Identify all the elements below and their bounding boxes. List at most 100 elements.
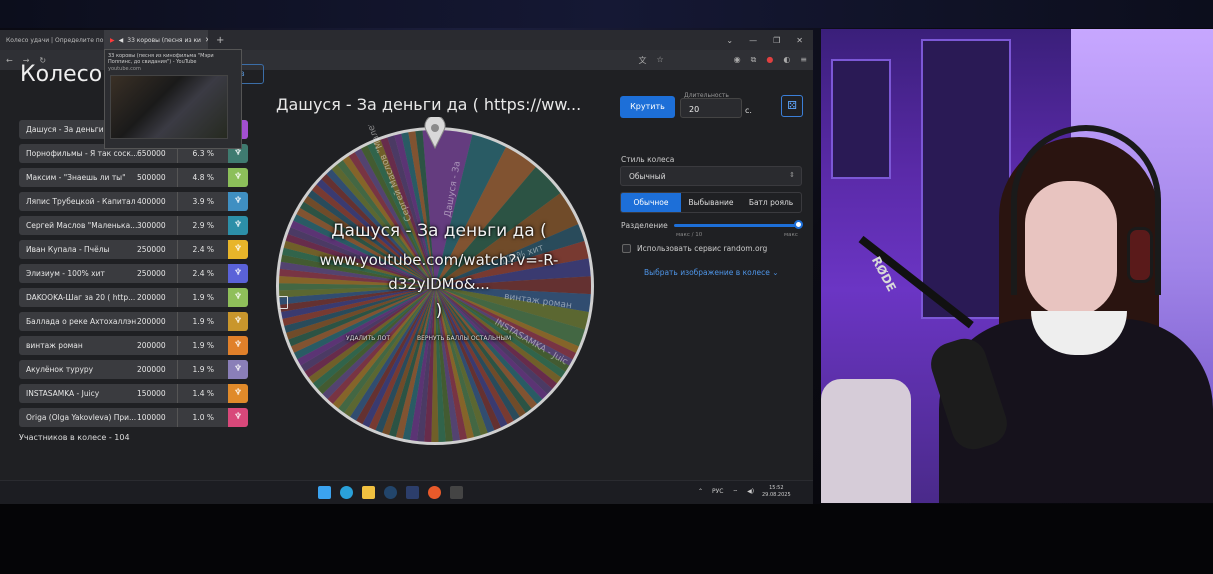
terminal-icon[interactable] bbox=[450, 486, 463, 499]
tab-bar: Колесо удачи | Определите по ✕ ▶ ◀ 33 ко… bbox=[0, 30, 813, 50]
folder-icon[interactable] bbox=[362, 486, 375, 499]
language-indicator[interactable]: РУС bbox=[712, 488, 723, 496]
return-points-button[interactable]: ВЕРНУТЬ БАЛЛЫ ОСТАЛЬНЫМ bbox=[417, 335, 511, 342]
lot-row[interactable]: Origa (Olga Yakovleva) При... 100000 1.0 %… bbox=[19, 408, 248, 427]
lot-points: 650000 bbox=[137, 149, 166, 158]
lot-icon[interactable]: ♆ bbox=[228, 240, 248, 259]
lot-row[interactable]: Акулёнок туруру 200000 1.9 % ♆ bbox=[19, 360, 248, 379]
wifi-icon[interactable]: ⌔ bbox=[733, 488, 739, 496]
duration-input[interactable]: 20 bbox=[680, 98, 742, 118]
lot-icon[interactable]: ♆ bbox=[228, 408, 248, 427]
delete-lot-button[interactable]: УДАЛИТЬ ЛОТ bbox=[346, 335, 390, 342]
close-window-icon[interactable]: ✕ bbox=[796, 36, 803, 45]
firefox-icon[interactable] bbox=[428, 486, 441, 499]
profile-icon[interactable]: ◐ bbox=[783, 55, 790, 66]
lot-icon[interactable]: ♆ bbox=[228, 264, 248, 283]
background-band-bottom bbox=[0, 504, 1213, 574]
winner-url-line1: www.youtube.com/watch?v=-R- bbox=[319, 251, 559, 269]
lot-icon[interactable]: ♆ bbox=[228, 168, 248, 187]
toolbar-icons: 文 ☆ ◉ ⧉ ● ◐ ≡ bbox=[638, 55, 807, 66]
lot-icon[interactable]: ♆ bbox=[228, 384, 248, 403]
lot-icon[interactable]: ♆ bbox=[228, 312, 248, 331]
lot-points: 500000 bbox=[137, 173, 166, 182]
lot-points: 200000 bbox=[137, 341, 166, 350]
lot-icon[interactable]: ♆ bbox=[228, 336, 248, 355]
preview-title: 33 коровы (песня из кинофильма "Мэри Поп… bbox=[108, 53, 214, 66]
lot-percent: 4.8 % bbox=[177, 168, 219, 187]
winner-url-line2: d32yIDMo&... bbox=[388, 275, 490, 293]
extension-icon[interactable]: ⧉ bbox=[751, 55, 757, 66]
translate-icon[interactable]: 文 bbox=[638, 55, 646, 66]
volume-icon[interactable]: ◀) bbox=[747, 488, 754, 496]
wheel[interactable]: Дашуся - За Сергей Маслов "Маленьк... 100%… bbox=[274, 117, 596, 447]
choose-image-link[interactable]: Выбрать изображение в колесе ⌄ bbox=[644, 268, 779, 277]
lot-percent: 1.9 % bbox=[177, 288, 219, 307]
menu-icon[interactable]: ≡ bbox=[800, 55, 807, 66]
lot-percent: 1.9 % bbox=[177, 312, 219, 331]
lot-percent: 2.4 % bbox=[177, 240, 219, 259]
lot-percent: 2.9 % bbox=[177, 216, 219, 235]
separation-slider[interactable] bbox=[674, 224, 800, 227]
back-icon[interactable]: ← bbox=[6, 56, 13, 65]
separation-max: макс bbox=[784, 232, 798, 238]
minimize-icon[interactable]: — bbox=[749, 36, 757, 45]
lot-points: 300000 bbox=[137, 221, 166, 230]
wheel-heading: Дашуся - За деньги да ( https://ww... bbox=[276, 95, 582, 114]
preview-url: youtube.com bbox=[108, 65, 141, 72]
system-tray: ⌃ РУС ⌔ ◀) bbox=[698, 488, 754, 496]
mode-battle-royale[interactable]: Батл рояль bbox=[741, 193, 801, 212]
account-icon[interactable]: ◉ bbox=[734, 55, 741, 66]
lot-icon[interactable]: ♆ bbox=[228, 192, 248, 211]
lot-points: 400000 bbox=[137, 197, 166, 206]
lot-icon[interactable]: ♆ bbox=[228, 216, 248, 235]
lot-name: DAKOOKA-Шаг за 20 ( http... bbox=[26, 293, 136, 302]
bg-app-icon[interactable] bbox=[406, 486, 419, 499]
lot-row[interactable]: винтаж роман 200000 1.9 % ♆ bbox=[19, 336, 248, 355]
mode-normal[interactable]: Обычное bbox=[621, 193, 681, 212]
random-org-checkbox[interactable] bbox=[622, 244, 631, 253]
lot-icon[interactable]: ♆ bbox=[228, 288, 248, 307]
lot-points: 250000 bbox=[137, 245, 166, 254]
tab-wheel[interactable]: Колесо удачи | Определите по ✕ bbox=[0, 30, 104, 50]
lot-row[interactable]: Максим - "Знаешь ли ты" 500000 4.8 % ♆ bbox=[19, 168, 248, 187]
lot-row[interactable]: Баллада о реке Ахтохаллэн 200000 1.9 % ♆ bbox=[19, 312, 248, 331]
lot-name: Максим - "Знаешь ли ты" bbox=[26, 173, 126, 182]
lot-percent: 2.4 % bbox=[177, 264, 219, 283]
speaker-icon[interactable]: ◀ bbox=[119, 37, 124, 44]
mode-elimination[interactable]: Выбывание bbox=[681, 193, 741, 212]
lot-icon[interactable]: ♆ bbox=[228, 360, 248, 379]
lot-row[interactable]: Элизиум - 100% хит 250000 2.4 % ♆ bbox=[19, 264, 248, 283]
shield-icon[interactable]: ● bbox=[766, 55, 773, 66]
wheel-pointer-icon bbox=[424, 117, 446, 149]
wheel-style-select[interactable]: Обычный ⇕ bbox=[620, 166, 802, 186]
chevron-down-icon[interactable]: ⌄ bbox=[726, 36, 733, 45]
new-tab-button[interactable]: + bbox=[208, 35, 232, 46]
page-title: Колесо bbox=[20, 62, 103, 87]
wheel-style-value: Обычный bbox=[629, 172, 666, 181]
chevron-updown-icon: ⇕ bbox=[789, 171, 795, 179]
taskbar-apps bbox=[318, 486, 463, 499]
wheel-style-label: Стиль колеса bbox=[621, 155, 675, 164]
chevron-up-icon[interactable]: ⌃ bbox=[698, 488, 703, 496]
lot-row[interactable]: Сергей Маслов "Маленька... 300000 2.9 % ♆ bbox=[19, 216, 248, 235]
separation-slider-handle[interactable] bbox=[794, 220, 803, 229]
dice-icon[interactable]: ⚄ bbox=[781, 95, 803, 117]
steam-icon[interactable] bbox=[384, 486, 397, 499]
lot-percent: 1.0 % bbox=[177, 408, 219, 427]
lot-row[interactable]: Иван Купала - Пчёлы 250000 2.4 % ♆ bbox=[19, 240, 248, 259]
star-icon[interactable]: ☆ bbox=[656, 55, 663, 66]
copy-icon[interactable] bbox=[278, 296, 288, 309]
windows-start-icon[interactable] bbox=[318, 486, 331, 499]
tab-youtube[interactable]: ▶ ◀ 33 коровы (песня из ки ✕ bbox=[104, 30, 208, 50]
lot-list: Дашуся - За деньги да ( htt...7000006.8 … bbox=[19, 120, 248, 432]
clock[interactable]: 15:52 29.08.2025 bbox=[762, 485, 791, 498]
lot-row[interactable]: DAKOOKA-Шаг за 20 ( http... 200000 1.9 % ♆ bbox=[19, 288, 248, 307]
maximize-icon[interactable]: ❐ bbox=[773, 36, 780, 45]
lot-row[interactable]: INSTASAMKA - Juicy 150000 1.4 % ♆ bbox=[19, 384, 248, 403]
lot-name: Баллада о реке Ахтохаллэн bbox=[26, 317, 137, 326]
lot-row[interactable]: Ляпис Трубецкой - Капитал 400000 3.9 % ♆ bbox=[19, 192, 248, 211]
telegram-icon[interactable] bbox=[340, 486, 353, 499]
spin-button[interactable]: Крутить bbox=[620, 96, 675, 118]
preview-thumbnail bbox=[110, 74, 228, 139]
lot-name: Элизиум - 100% хит bbox=[26, 269, 105, 278]
